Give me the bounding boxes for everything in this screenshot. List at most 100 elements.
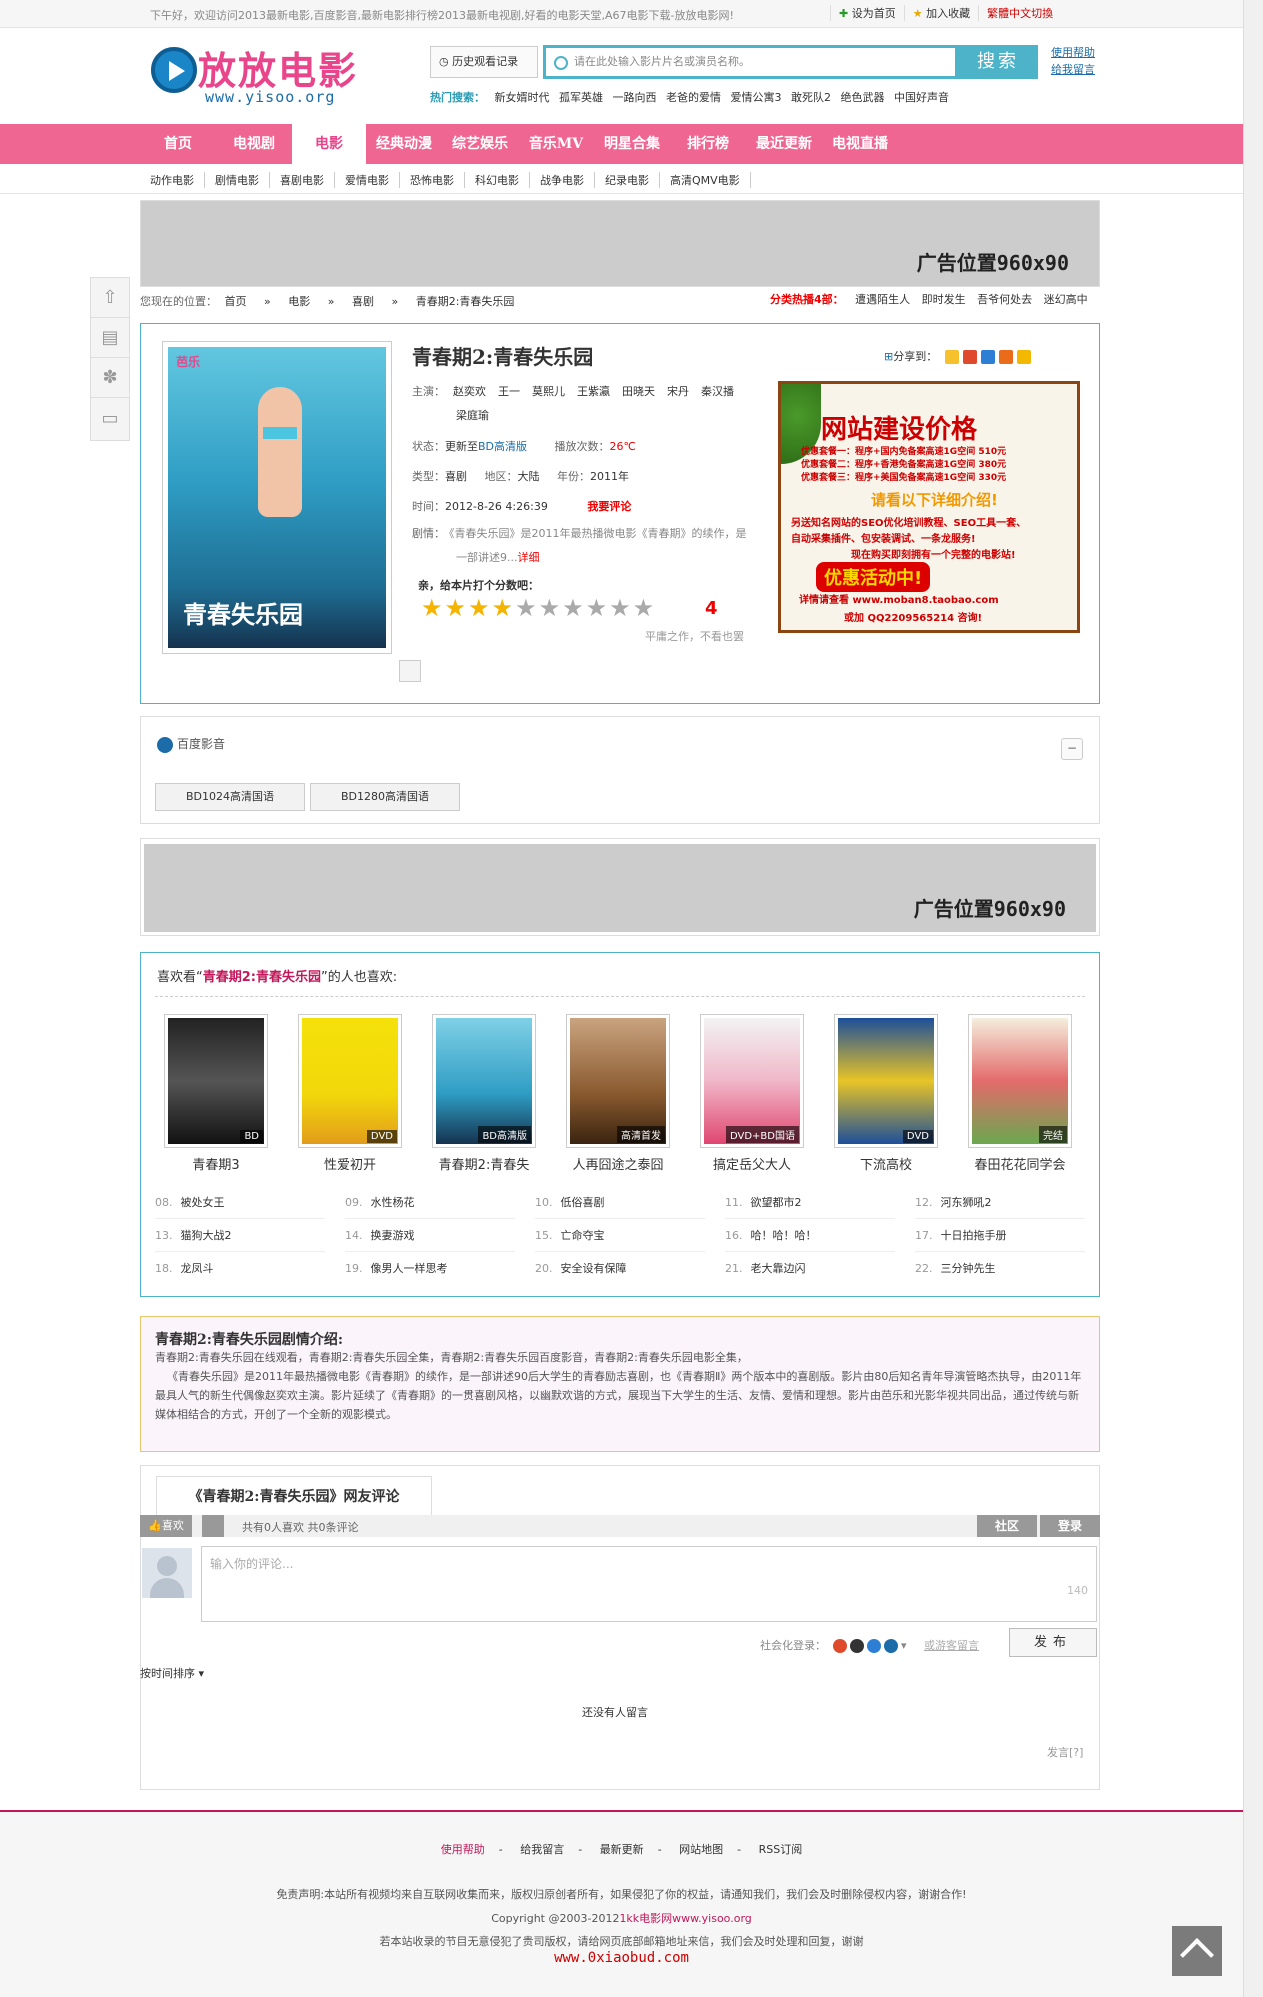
hot-search-item[interactable]: 爱情公寓3 — [731, 91, 782, 104]
list-title[interactable]: 三分钟先生 — [941, 1262, 996, 1275]
list-title[interactable]: 低俗喜剧 — [561, 1196, 605, 1209]
hosting-ad[interactable]: 网站建设价格 优惠套餐一：程序+国内免备案高速1G空间 510元 优惠套餐二：程… — [778, 381, 1080, 633]
qzone-icon[interactable] — [944, 350, 959, 364]
related-movie-name[interactable]: 下流高校 — [834, 1154, 938, 1173]
actor-link[interactable]: 莫熙儿 — [532, 385, 565, 398]
category-hot-item[interactable]: 遭遇陌生人 — [855, 293, 910, 306]
list-item[interactable]: 13. 猫狗大战2 — [155, 1219, 325, 1252]
star-icon[interactable]: ★ — [539, 596, 561, 620]
share-plus-icon[interactable]: ⊞ — [884, 350, 893, 363]
list-item[interactable]: 20. 安全设有保障 — [535, 1252, 705, 1285]
search-input[interactable]: 请在此处输入影片片名或演员名称。 — [543, 45, 958, 79]
list-item[interactable]: 10. 低俗喜剧 — [535, 1186, 705, 1219]
list-item[interactable]: 09. 水性杨花 — [345, 1186, 515, 1219]
related-movie-name[interactable]: 青春期3 — [164, 1154, 268, 1173]
list-title[interactable]: 龙凤斗 — [181, 1262, 214, 1275]
category-hot-item[interactable]: 吾爷何处去 — [977, 293, 1032, 306]
subnav-item[interactable]: 科幻电影 — [465, 172, 530, 188]
star-icon[interactable]: ★ — [492, 596, 514, 620]
list-title[interactable]: 水性杨花 — [371, 1196, 415, 1209]
list-title[interactable]: 安全设有保障 — [561, 1262, 627, 1275]
hot-search-item[interactable]: 绝色武器 — [841, 91, 885, 104]
kaixin-icon[interactable] — [1016, 350, 1031, 364]
nav-recent[interactable]: 最近更新 — [746, 124, 822, 164]
subnav-item[interactable]: 战争电影 — [530, 172, 595, 188]
logo-text[interactable]: 放放电影 — [198, 40, 358, 95]
list-item[interactable]: 22. 三分钟先生 — [915, 1252, 1085, 1285]
breadcrumb-comedy[interactable]: 喜剧 — [352, 295, 374, 308]
actor-link[interactable]: 宋丹 — [667, 385, 689, 398]
movie-poster[interactable]: 芭乐 青春失乐园 — [162, 341, 392, 654]
related-movie-name[interactable]: 搞定岳父大人 — [700, 1154, 804, 1173]
subnav-item[interactable]: 喜剧电影 — [270, 172, 335, 188]
lang-switch-link[interactable]: 繁體中文切換 — [978, 5, 1061, 21]
comment-link[interactable]: 我要评论 — [587, 500, 631, 513]
footer-link[interactable]: 使用帮助 — [441, 1843, 485, 1856]
list-title[interactable]: 猫狗大战2 — [181, 1229, 232, 1242]
dislike-button[interactable] — [202, 1515, 224, 1537]
paw-icon[interactable]: ✽ — [91, 358, 129, 398]
subnav-item[interactable]: 爱情电影 — [335, 172, 400, 188]
related-movie-card[interactable]: DVD 性爱初开 — [298, 1014, 402, 1173]
nav-mv[interactable]: 音乐MV — [518, 124, 594, 164]
star-icon[interactable]: ★ — [515, 596, 537, 620]
rating-stars[interactable]: ★ ★ ★ ★ ★ ★ ★ ★ ★ ★ — [421, 596, 654, 620]
list-item[interactable]: 11. 欲望都市2 — [725, 1186, 895, 1219]
history-button[interactable]: ◷ 历史观看记录 — [430, 46, 538, 78]
nav-ranking[interactable]: 排行榜 — [670, 124, 746, 164]
help-link[interactable]: 使用帮助 — [1051, 44, 1095, 61]
actor-link[interactable]: 王紫瀛 — [577, 385, 610, 398]
star-icon[interactable]: ★ — [633, 596, 655, 620]
actor-link[interactable]: 秦汉播 — [701, 385, 734, 398]
comment-input[interactable]: 输入你的评论... — [201, 1546, 1097, 1622]
grid-icon[interactable]: ▤ — [91, 318, 129, 358]
subnav-item[interactable]: 动作电影 — [140, 172, 205, 188]
related-movie-card[interactable]: BD高清版 青春期2:青春失 — [432, 1014, 536, 1173]
list-item[interactable]: 21. 老大靠边闪 — [725, 1252, 895, 1285]
like-button[interactable]: 👍喜欢 — [140, 1515, 192, 1537]
source-button[interactable]: BD1280高清国语 — [310, 783, 460, 811]
related-movie-card[interactable]: 高清首发 人再囧途之泰囧 — [566, 1014, 670, 1173]
subnav-item[interactable]: 纪录电影 — [595, 172, 660, 188]
chevron-down-icon[interactable]: ▾ — [901, 1639, 907, 1652]
footer-link[interactable]: 给我留言 — [520, 1843, 564, 1856]
weibo-icon[interactable] — [962, 350, 977, 364]
plot-detail-link[interactable]: 详细 — [518, 551, 540, 564]
star-icon[interactable]: ★ — [468, 596, 490, 620]
list-title[interactable]: 十日拍拖手册 — [941, 1229, 1007, 1242]
list-title[interactable]: 哈！哈！哈！ — [751, 1229, 817, 1242]
hot-search-item[interactable]: 新女婿时代 — [495, 91, 550, 104]
qq-icon[interactable] — [849, 1639, 864, 1653]
list-item[interactable]: 18. 龙凤斗 — [155, 1252, 325, 1285]
nav-anime[interactable]: 经典动漫 — [366, 124, 442, 164]
list-item[interactable]: 16. 哈！哈！哈！ — [725, 1219, 895, 1252]
nav-home[interactable]: 首页 — [140, 124, 216, 164]
weibo-icon[interactable] — [832, 1639, 847, 1653]
nav-variety[interactable]: 综艺娱乐 — [442, 124, 518, 164]
add-fav-link[interactable]: ★ 加入收藏 — [903, 5, 978, 21]
sort-dropdown[interactable]: 按时间排序 ▾ — [140, 1665, 204, 1681]
hot-search-item[interactable]: 敢死队2 — [791, 91, 831, 104]
footer-link[interactable]: RSS订阅 — [759, 1843, 803, 1856]
list-title[interactable]: 欲望都市2 — [751, 1196, 802, 1209]
related-movie-name[interactable]: 人再囧途之泰囧 — [566, 1154, 670, 1173]
comments-tab[interactable]: 《青春期2:青春失乐园》网友评论 — [156, 1476, 432, 1516]
footer-link[interactable]: 网站地图 — [679, 1843, 723, 1856]
report-link[interactable]: 发言[?] — [1047, 1744, 1083, 1760]
hot-search-item[interactable]: 孤军英雄 — [559, 91, 603, 104]
star-icon[interactable]: ★ — [562, 596, 584, 620]
publish-button[interactable]: 发布 — [1009, 1628, 1097, 1657]
related-movie-name[interactable]: 性爱初开 — [298, 1154, 402, 1173]
star-icon[interactable]: ★ — [421, 596, 443, 620]
footer-link[interactable]: 最新更新 — [600, 1843, 644, 1856]
related-movie-card[interactable]: DVD+BD国语 搞定岳父大人 — [700, 1014, 804, 1173]
collapse-button[interactable]: − — [1061, 738, 1083, 760]
list-item[interactable]: 14. 换妻游戏 — [345, 1219, 515, 1252]
subnav-item[interactable]: 剧情电影 — [205, 172, 270, 188]
guest-link[interactable]: 或游客留言 — [924, 1639, 979, 1652]
nav-live[interactable]: 电视直播 — [822, 124, 898, 164]
chat-icon[interactable]: ▭ — [91, 398, 129, 438]
source-button[interactable]: BD1024高清国语 — [155, 783, 305, 811]
actor-link[interactable]: 梁庭瑜 — [456, 409, 489, 422]
list-title[interactable]: 老大靠边闪 — [751, 1262, 806, 1275]
